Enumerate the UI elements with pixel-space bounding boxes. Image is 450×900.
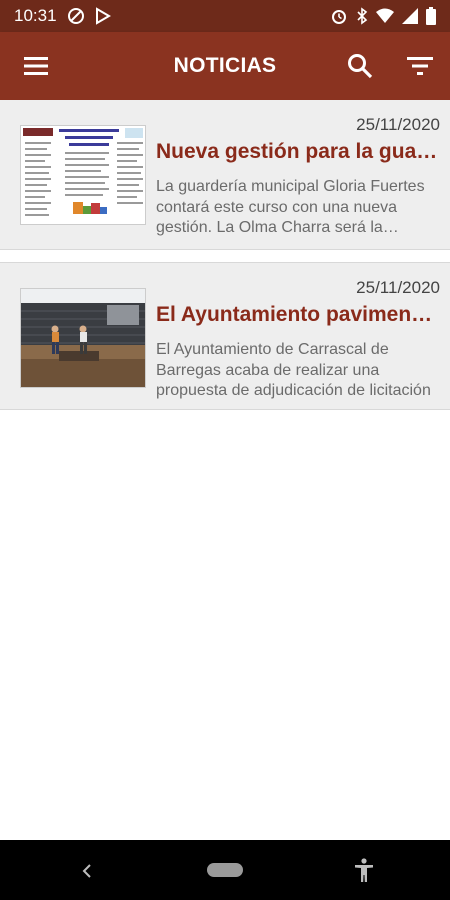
filter-button[interactable] bbox=[396, 42, 444, 90]
search-icon bbox=[348, 54, 373, 79]
home-pill-icon[interactable] bbox=[207, 863, 243, 877]
back-icon[interactable] bbox=[74, 858, 100, 884]
status-time: 10:31 bbox=[14, 6, 57, 25]
app-bar: NOTICIAS bbox=[0, 32, 450, 100]
battery-icon bbox=[426, 7, 436, 25]
news-card[interactable]: 25/11/2020 Nueva gestión para la guarder… bbox=[0, 100, 450, 250]
search-button[interactable] bbox=[336, 42, 384, 90]
bluetooth-icon bbox=[356, 7, 368, 25]
news-thumbnail bbox=[20, 288, 146, 388]
navigation-bar bbox=[0, 840, 450, 900]
news-thumbnail bbox=[20, 125, 146, 225]
signal-icon bbox=[402, 8, 418, 24]
wifi-icon bbox=[376, 8, 394, 24]
news-list: 25/11/2020 Nueva gestión para la guarder… bbox=[0, 100, 450, 410]
alarm-icon bbox=[330, 7, 348, 25]
news-date: 25/11/2020 bbox=[356, 115, 440, 134]
status-bar: 10:31 bbox=[0, 0, 450, 32]
news-title: Nueva gestión para la guardería municipa… bbox=[156, 140, 438, 163]
news-summary: El Ayuntamiento de Carrascal de Barregas… bbox=[156, 341, 431, 399]
news-summary: La guardería municipal Gloria Fuertes co… bbox=[156, 178, 425, 236]
filter-icon bbox=[407, 57, 433, 75]
accessibility-icon[interactable] bbox=[350, 856, 378, 884]
do-not-disturb-icon bbox=[67, 7, 85, 25]
news-date: 25/11/2020 bbox=[356, 278, 440, 297]
play-store-icon bbox=[95, 7, 111, 25]
news-title: El Ayuntamiento pavimentará bbox=[156, 303, 438, 326]
news-card[interactable]: 25/11/2020 El Ayuntamiento pavimentará E… bbox=[0, 262, 450, 410]
